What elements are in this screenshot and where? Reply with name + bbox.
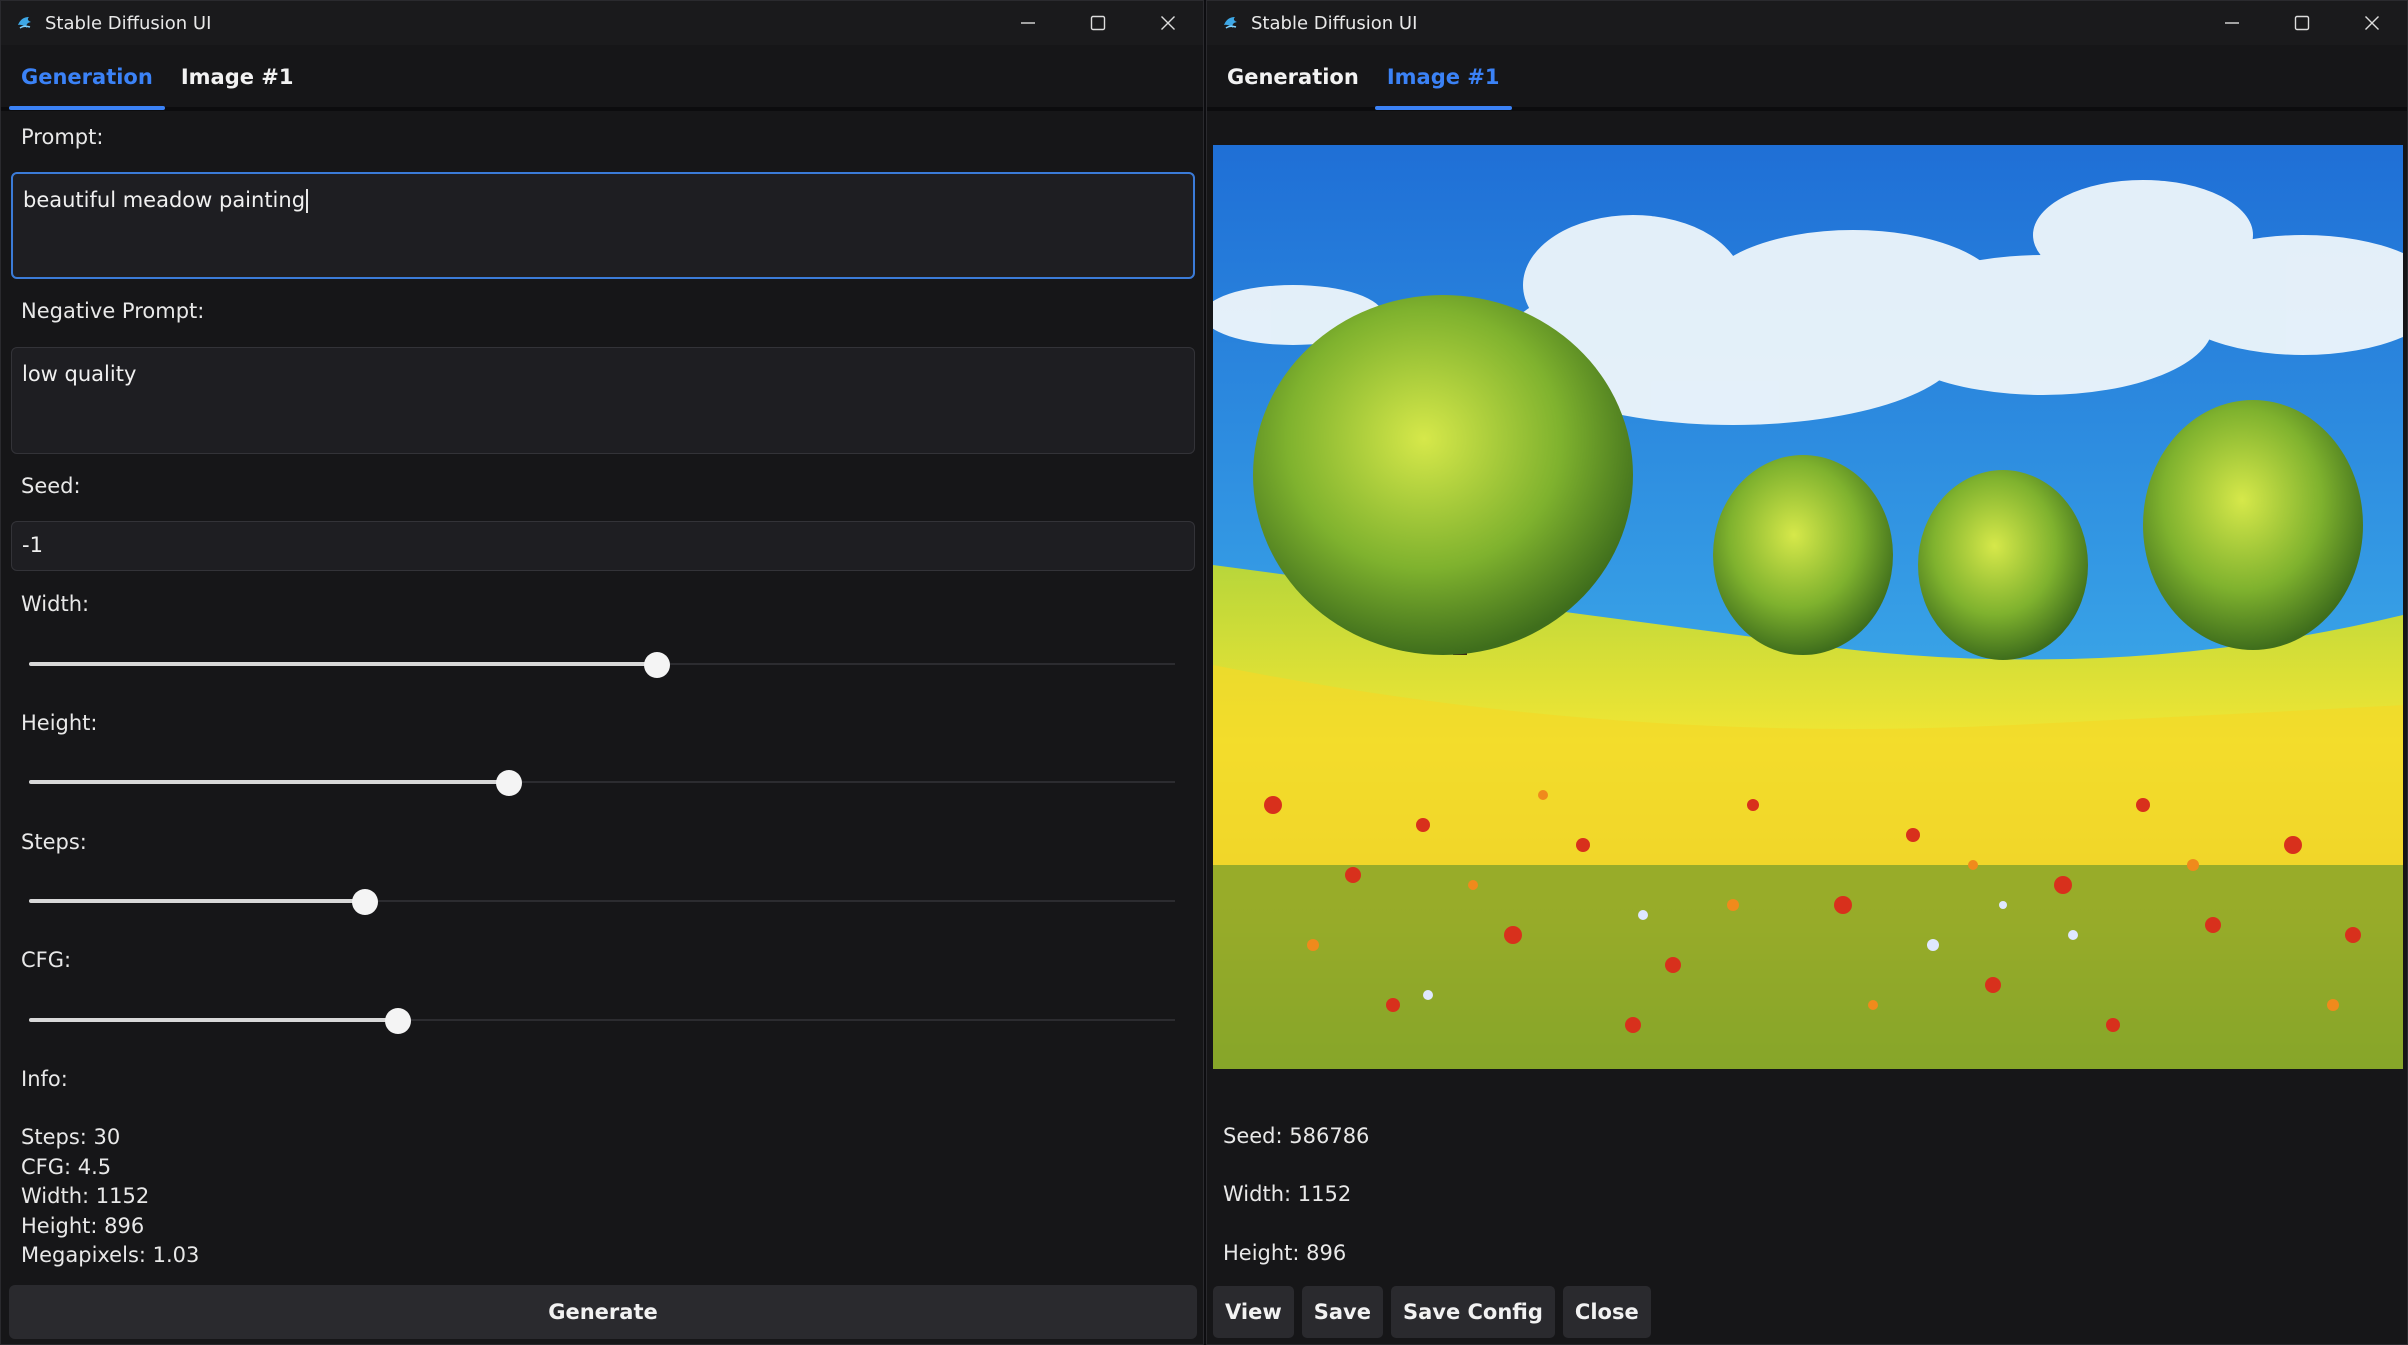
text-caret <box>306 189 309 213</box>
slider-fill <box>29 899 365 903</box>
minimize-icon <box>1021 22 1035 24</box>
image-window: Stable Diffusion UI Generation Image #1 <box>1206 0 2408 1345</box>
info-steps: Steps: 30 <box>21 1125 121 1149</box>
title-bar[interactable]: Stable Diffusion UI <box>1207 1 2407 45</box>
cfg-label: CFG: <box>21 948 72 972</box>
slider-thumb[interactable] <box>496 770 523 796</box>
app-logo-icon <box>18 17 31 29</box>
tab-image-1[interactable]: Image #1 <box>1374 65 1512 110</box>
steps-slider[interactable] <box>29 886 1175 916</box>
app-logo-icon <box>1224 17 1237 29</box>
close-window-button[interactable] <box>2337 1 2407 45</box>
width-slider[interactable] <box>29 649 1175 679</box>
window-title: Stable Diffusion UI <box>1251 12 1418 34</box>
image-actions: View Save Save Config Close <box>1213 1286 1651 1338</box>
maximize-button[interactable] <box>1063 1 1133 45</box>
slider-thumb[interactable] <box>644 652 670 678</box>
image-width: Width: 1152 <box>1223 1182 1352 1206</box>
info-width: Width: 1152 <box>21 1184 150 1208</box>
slider-fill <box>29 1018 398 1022</box>
prompt-label: Prompt: <box>21 125 104 149</box>
image-height: Height: 896 <box>1223 1241 1347 1265</box>
generation-window: Stable Diffusion UI Generation Image #1 … <box>0 0 1204 1345</box>
save-config-button[interactable]: Save Config <box>1390 1286 1555 1338</box>
generate-button[interactable]: Generate <box>9 1285 1197 1339</box>
info-cfg: CFG: 4.5 <box>21 1154 112 1179</box>
slider-fill <box>29 662 657 666</box>
negative-prompt-text: low quality <box>22 362 137 386</box>
cfg-slider[interactable] <box>29 1005 1175 1035</box>
tab-generation[interactable]: Generation <box>9 65 165 110</box>
info-megapixels: Megapixels: 1.03 <box>21 1243 200 1267</box>
height-slider[interactable] <box>29 767 1175 797</box>
seed-label: Seed: <box>21 474 81 498</box>
maximize-button[interactable] <box>2267 1 2337 45</box>
close-icon <box>1161 16 1175 30</box>
window-title: Stable Diffusion UI <box>45 12 212 34</box>
prompt-text: beautiful meadow painting <box>23 188 306 212</box>
view-button[interactable]: View <box>1213 1286 1294 1338</box>
info-label: Info: <box>21 1067 68 1091</box>
slider-thumb[interactable] <box>351 889 378 915</box>
save-button[interactable]: Save <box>1301 1286 1383 1338</box>
steps-label: Steps: <box>21 830 87 854</box>
height-label: Height: <box>21 711 98 735</box>
tab-image-1[interactable]: Image #1 <box>169 65 306 107</box>
tab-bar: Generation Image #1 <box>1 45 1203 111</box>
tab-bar: Generation Image #1 <box>1207 45 2407 111</box>
title-bar[interactable]: Stable Diffusion UI <box>1 1 1203 45</box>
width-label: Width: <box>21 592 90 616</box>
maximize-icon <box>2294 15 2310 31</box>
minimize-button[interactable] <box>2197 1 2267 45</box>
tab-generation[interactable]: Generation <box>1215 65 1371 107</box>
seed-input[interactable]: -1 <box>11 521 1195 571</box>
negative-prompt-input[interactable]: low quality <box>11 347 1195 454</box>
close-button[interactable]: Close <box>1562 1286 1651 1338</box>
info-height: Height: 896 <box>21 1213 145 1238</box>
minimize-button[interactable] <box>993 1 1063 45</box>
maximize-icon <box>1090 15 1106 31</box>
close-icon <box>2365 16 2379 30</box>
image-seed: Seed: 586786 <box>1223 1124 1370 1148</box>
prompt-input[interactable]: beautiful meadow painting <box>11 172 1195 279</box>
generated-image[interactable] <box>1213 145 2403 1069</box>
close-window-button[interactable] <box>1133 1 1203 45</box>
seed-text: -1 <box>22 533 43 557</box>
meadow-painting-icon <box>1213 145 2403 1069</box>
minimize-icon <box>2225 22 2239 24</box>
negative-prompt-label: Negative Prompt: <box>21 299 205 323</box>
info-panel: Steps: 30 CFG: 4.5 Width: 1152 Height: 8… <box>21 1123 199 1271</box>
slider-thumb[interactable] <box>385 1008 411 1034</box>
slider-fill <box>29 780 510 784</box>
